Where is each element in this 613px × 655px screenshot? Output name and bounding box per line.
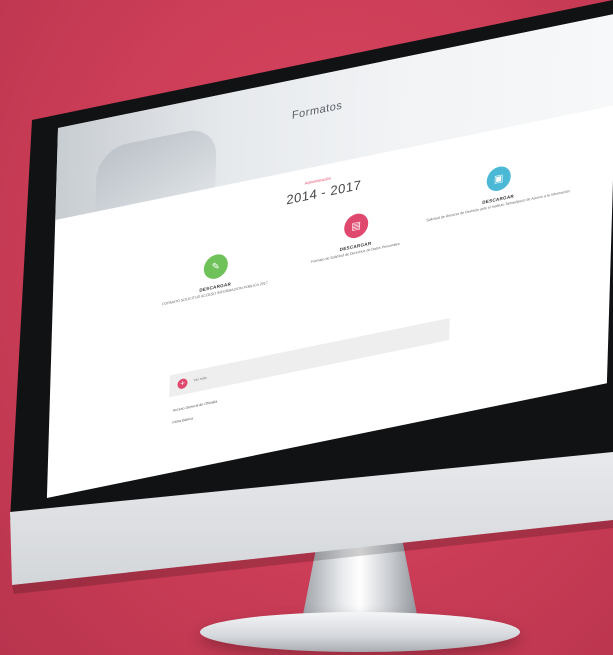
link-item[interactable]: Acceso General de Oficialía xyxy=(173,399,218,412)
download-card-2[interactable]: ▤ DESCARGAR Formato de Solicitud de Dere… xyxy=(280,199,431,272)
accordion-label: Ver más xyxy=(193,375,207,383)
page-title: Formatos xyxy=(291,99,343,122)
monitor: Formatos Administración 2014 - 2017 ✎ DE… xyxy=(0,0,613,655)
printer-icon: ▤ xyxy=(343,211,369,241)
plus-icon[interactable]: + xyxy=(177,377,188,390)
download-desc: Solicitud de Recurso de Revisión ante el… xyxy=(426,189,570,223)
download-desc: Formato de Solicitud de Derechos de Dato… xyxy=(310,241,400,264)
document-icon: ✎ xyxy=(203,252,229,282)
download-card-3[interactable]: ▣ DESCARGAR Solicitud de Recurso de Revi… xyxy=(423,151,574,224)
download-desc: FORMATO SOLICITUD ACCESO INFORMACION PÚB… xyxy=(162,280,268,307)
download-card-1[interactable]: ✎ DESCARGAR FORMATO SOLICITUD ACCESO INF… xyxy=(140,239,291,312)
link-item[interactable]: Ficha Básica xyxy=(172,416,193,424)
accordion-bar[interactable]: + Ver más xyxy=(169,318,450,398)
file-icon: ▣ xyxy=(486,164,512,194)
